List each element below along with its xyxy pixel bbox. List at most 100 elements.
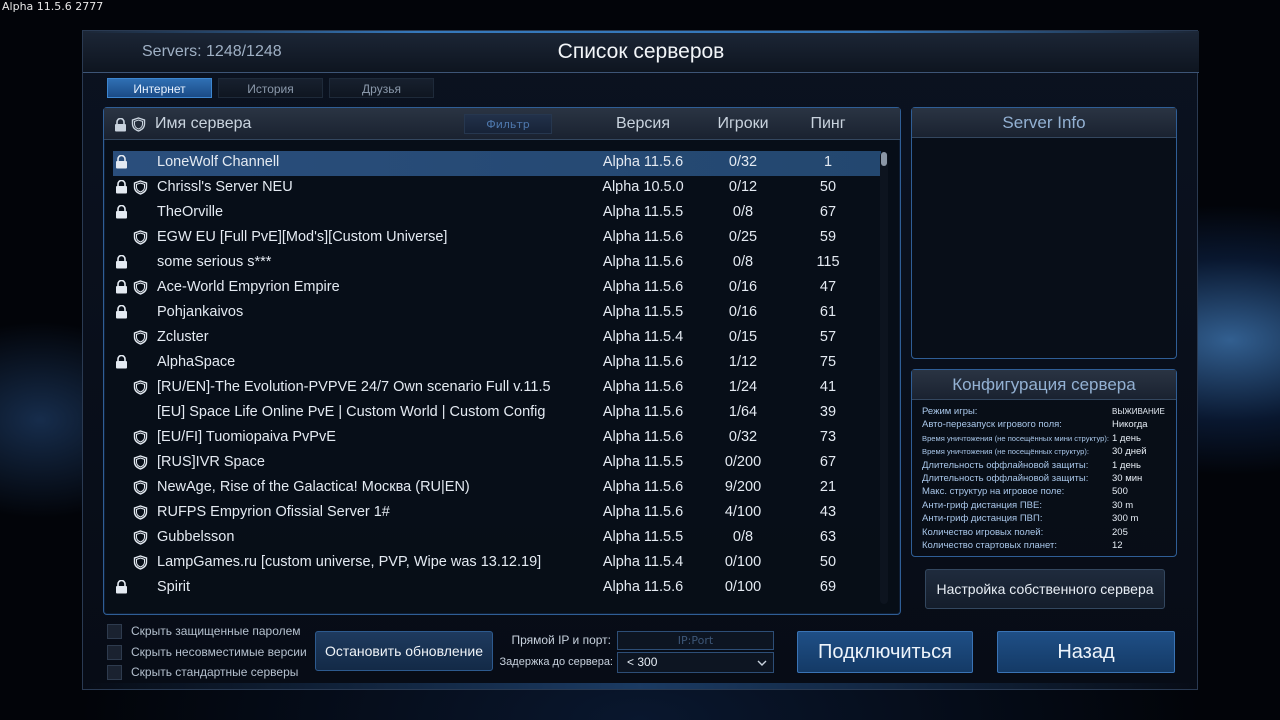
server-name: some serious s***	[157, 254, 272, 270]
server-players: 9/200	[724, 479, 762, 495]
config-label: Авто-перезапуск игрового поля:	[922, 419, 1062, 431]
server-name: AlphaSpace	[157, 354, 236, 370]
server-version: Alpha 11.5.4	[602, 329, 684, 345]
shield-icon	[133, 430, 148, 449]
shield-icon	[133, 330, 148, 349]
server-ping: 57	[819, 329, 837, 345]
server-name: Spirit	[157, 579, 191, 595]
server-row[interactable]: [EU] Space Life Online PvE | Custom Worl…	[113, 401, 881, 426]
tab-bar: Интернет История Друзья	[107, 78, 434, 98]
chevron-down-icon	[756, 656, 768, 675]
server-ping: 41	[819, 379, 837, 395]
config-label: Режим игры:	[922, 406, 978, 417]
column-players[interactable]: Игроки	[698, 115, 788, 133]
hide-standard-checkbox[interactable]: Скрыть стандартные серверы	[107, 663, 307, 684]
server-name: TheOrville	[157, 204, 224, 220]
config-row: Режим игры: ВЫЖИВАНИЕ	[922, 406, 1172, 419]
own-server-settings-button[interactable]: Настройка собственного сервера	[925, 569, 1165, 609]
server-name: LoneWolf Channell	[157, 154, 280, 170]
config-row: Длительность оффлайновой защиты: 1 день	[922, 460, 1172, 473]
server-row[interactable]: AlphaSpace Alpha 11.5.6 1/12 75	[113, 351, 881, 376]
tab-internet[interactable]: Интернет	[107, 78, 212, 98]
server-name: [RU/EN]-The Evolution-PVPVE 24/7 Own sce…	[157, 379, 551, 395]
shield-icon	[133, 480, 148, 499]
config-value: 205	[1112, 526, 1128, 538]
config-row: Анти-гриф дистанция ПВЕ: 30 m	[922, 500, 1172, 513]
server-players: 0/12	[728, 179, 758, 195]
server-name: NewAge, Rise of the Galactica! Москва (R…	[157, 479, 470, 495]
server-row[interactable]: NewAge, Rise of the Galactica! Москва (R…	[113, 476, 881, 501]
server-players: 0/100	[724, 579, 762, 595]
server-row[interactable]: Pohjankaivos Alpha 11.5.5 0/16 61	[113, 301, 881, 326]
server-ping: 39	[819, 404, 837, 420]
delay-select-value: < 300	[627, 655, 658, 669]
lock-icon	[115, 579, 128, 598]
checkbox-box[interactable]	[107, 665, 122, 680]
checkbox-box[interactable]	[107, 624, 122, 639]
server-name: Pohjankaivos	[157, 304, 244, 320]
server-list-scrollbar[interactable]	[880, 152, 888, 604]
server-list-header: Имя сервера Фильтр Версия Игроки Пинг	[104, 108, 900, 140]
server-row[interactable]: TheOrville Alpha 11.5.5 0/8 67	[113, 201, 881, 226]
server-row[interactable]: [RUS]IVR Space Alpha 11.5.5 0/200 67	[113, 451, 881, 476]
server-list-panel: Имя сервера Фильтр Версия Игроки Пинг Lo…	[103, 107, 901, 615]
shield-icon[interactable]	[131, 117, 146, 136]
server-ping: 50	[819, 179, 837, 195]
direct-ip-input[interactable]: IP:Port	[617, 631, 774, 650]
column-name[interactable]: Имя сервера	[155, 115, 251, 133]
hide-incompatible-checkbox[interactable]: Скрыть несовместимые версии	[107, 643, 307, 664]
delay-select[interactable]: < 300	[617, 652, 774, 673]
checkbox-box[interactable]	[107, 644, 122, 660]
scroll-thumb[interactable]	[881, 152, 887, 166]
stop-update-button[interactable]: Остановить обновление	[315, 631, 493, 671]
server-row[interactable]: RUFPS Empyrion Ofissial Server 1# Alpha 1…	[113, 501, 881, 526]
connect-button[interactable]: Подключиться	[797, 631, 973, 673]
server-row[interactable]: [EU/FI] Tuomiopaiva PvPvE Alpha 11.5.6 0/3…	[113, 426, 881, 451]
server-ping: 73	[819, 429, 837, 445]
server-row[interactable]: EGW EU [Full PvE][Mod's][Custom Universe…	[113, 226, 881, 251]
lock-icon	[115, 304, 128, 323]
server-players: 0/100	[724, 554, 762, 570]
tab-friends[interactable]: Друзья	[329, 78, 434, 98]
column-ping[interactable]: Пинг	[793, 115, 863, 133]
config-row: Время уничтожения (не посещённых мини ст…	[922, 433, 1172, 446]
config-value: Никогда	[1112, 419, 1148, 431]
config-value: 30 мин	[1112, 472, 1143, 484]
server-row[interactable]: [RU/EN]-The Evolution-PVPVE 24/7 Own sce…	[113, 376, 881, 401]
server-name: EGW EU [Full PvE][Mod's][Custom Universe…	[157, 229, 448, 245]
server-version: Alpha 11.5.4	[602, 554, 684, 570]
server-players: 0/15	[728, 329, 758, 345]
hide-password-protected-checkbox[interactable]: Скрыть защищенные паролем	[107, 622, 307, 643]
server-row[interactable]: Zcluster Alpha 11.5.4 0/15 57	[113, 326, 881, 351]
server-row[interactable]: Gubbelsson Alpha 11.5.5 0/8 63	[113, 526, 881, 551]
config-label: Анти-гриф дистанция ПВП:	[922, 513, 1043, 525]
server-version: Alpha 11.5.5	[602, 454, 684, 470]
lock-icon[interactable]	[114, 117, 127, 136]
server-row[interactable]: LampGames.ru [custom universe, PVP, Wipe…	[113, 551, 881, 576]
config-row: Количество стартовых планет: 12	[922, 540, 1172, 553]
back-button[interactable]: Назад	[997, 631, 1175, 673]
lock-icon	[115, 279, 128, 298]
lock-icon	[115, 254, 128, 273]
server-row[interactable]: some serious s*** Alpha 11.5.6 0/8 115	[113, 251, 881, 276]
server-row[interactable]: Spirit Alpha 11.5.6 0/100 69	[113, 576, 881, 601]
server-config-panel: Конфигурация сервера Режим игры: ВЫЖИВАНИ…	[911, 369, 1177, 557]
server-players: 1/24	[728, 379, 758, 395]
server-players: 0/200	[724, 454, 762, 470]
column-version[interactable]: Версия	[593, 115, 693, 133]
server-row[interactable]: LoneWolf Channell Alpha 11.5.6 0/32 1	[113, 151, 881, 176]
server-version: Alpha 11.5.6	[602, 479, 684, 495]
shield-icon	[133, 530, 148, 549]
server-ping: 61	[819, 304, 837, 320]
server-players: 1/12	[728, 354, 758, 370]
server-row[interactable]: Chrissl's Server NEU Alpha 10.5.0 0/12 50	[113, 176, 881, 201]
server-version: Alpha 11.5.6	[602, 254, 684, 270]
server-version: Alpha 11.5.5	[602, 529, 684, 545]
server-row[interactable]: Ace-World Empyrion Empire Alpha 11.5.6 0/1…	[113, 276, 881, 301]
server-ping: 67	[819, 454, 837, 470]
config-value: 300 m	[1112, 513, 1139, 525]
config-value: 30 m	[1112, 499, 1134, 511]
server-players: 0/8	[732, 254, 754, 270]
filter-button[interactable]: Фильтр	[464, 114, 552, 134]
tab-history[interactable]: История	[218, 78, 323, 98]
